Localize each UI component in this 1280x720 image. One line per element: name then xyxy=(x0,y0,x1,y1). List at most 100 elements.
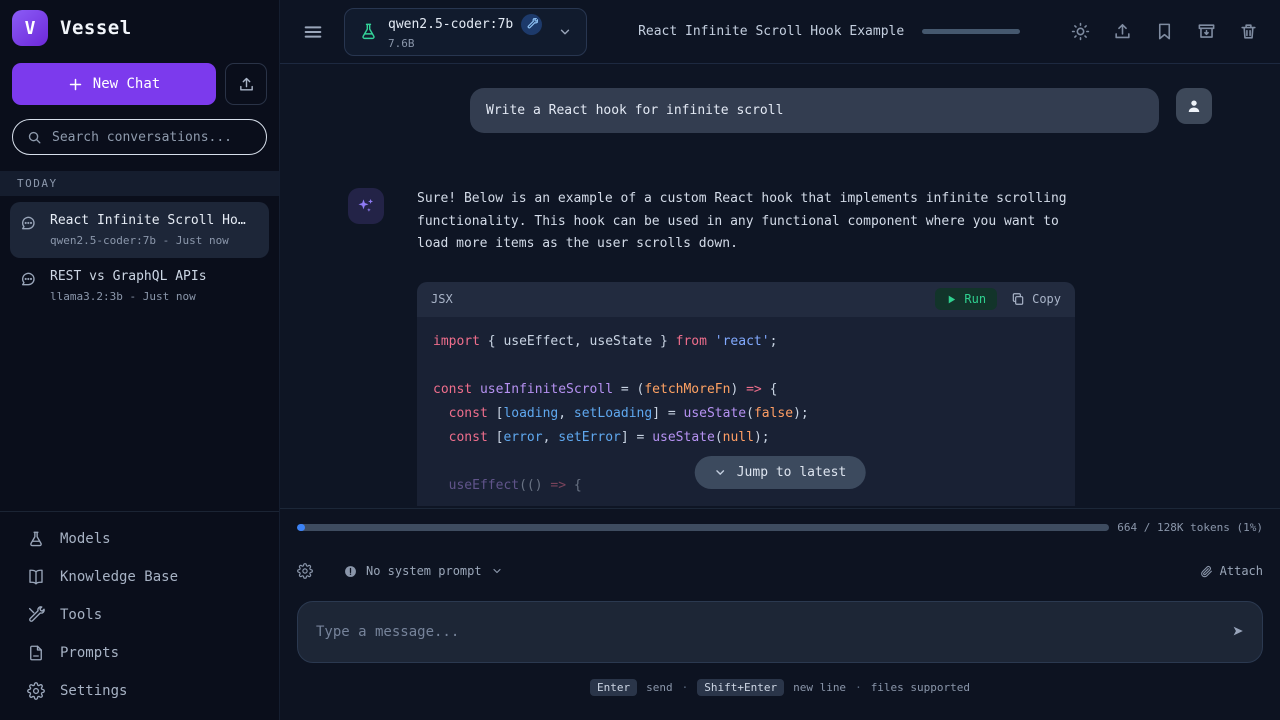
message-input[interactable] xyxy=(316,624,1221,640)
gear-icon[interactable] xyxy=(297,563,313,579)
assistant-text: Sure! Below is an example of a custom Re… xyxy=(417,188,1067,256)
copy-label: Copy xyxy=(1032,292,1061,306)
token-progress-track xyxy=(297,524,1109,531)
conversation-title: React Infinite Scroll Hook Example xyxy=(50,213,246,228)
sidebar-item-label: Models xyxy=(60,531,111,547)
sidebar-item-knowledge-base[interactable]: Knowledge Base xyxy=(0,558,279,596)
hint-label: files supported xyxy=(871,681,970,694)
hint-label: send xyxy=(646,681,673,694)
message-input-shell: ➤ xyxy=(297,601,1263,663)
chat-scroll-area[interactable]: Write a React hook for infinite scroll S… xyxy=(280,64,1280,508)
conversation-list: React Infinite Scroll Hook Example qwen2… xyxy=(0,196,279,320)
upload-icon xyxy=(238,76,255,93)
vessel-logo: V xyxy=(12,10,48,46)
run-code-button[interactable]: Run xyxy=(935,288,997,310)
flask-icon xyxy=(27,530,45,548)
jump-to-latest-button[interactable]: Jump to latest xyxy=(695,456,866,489)
conversation-item-active[interactable]: React Infinite Scroll Hook Example qwen2… xyxy=(10,202,269,258)
archive-icon[interactable] xyxy=(1197,22,1216,41)
sidebar-item-models[interactable]: Models xyxy=(0,520,279,558)
hint-separator: · xyxy=(682,681,689,694)
sidebar-item-prompts[interactable]: Prompts xyxy=(0,634,279,672)
conversation-section-label: TODAY xyxy=(0,171,279,196)
info-circle-icon xyxy=(344,565,357,578)
sidebar-item-tools[interactable]: Tools xyxy=(0,596,279,634)
system-prompt-selector[interactable]: No system prompt xyxy=(344,564,503,578)
person-icon xyxy=(1185,97,1203,115)
title-progress-bar xyxy=(922,29,1020,34)
run-label: Run xyxy=(964,292,986,306)
chat-title: React Infinite Scroll Hook Example xyxy=(638,24,904,39)
search-input[interactable] xyxy=(52,130,252,145)
model-size: 7.6B xyxy=(388,37,542,50)
conversation-title: REST vs GraphQL APIs xyxy=(50,269,207,284)
sun-icon[interactable] xyxy=(1071,22,1090,41)
brand-name: Vessel xyxy=(60,17,132,39)
chat-bubble-icon xyxy=(20,215,36,231)
copy-code-button[interactable]: Copy xyxy=(1011,292,1061,306)
token-usage-row: 664 / 128K tokens (1%) xyxy=(297,521,1263,534)
search-conversations-box[interactable] xyxy=(12,119,267,155)
prompt-options-row: No system prompt Attach xyxy=(297,563,1263,579)
sidebar-footer-nav: Models Knowledge Base Tools Prompts Sett… xyxy=(0,511,279,720)
hint-separator: · xyxy=(855,681,862,694)
hint-label: new line xyxy=(793,681,846,694)
tool-capability-badge xyxy=(521,14,542,35)
sidebar-item-label: Settings xyxy=(60,683,127,699)
export-chats-button[interactable] xyxy=(225,63,267,105)
sidebar-item-label: Tools xyxy=(60,607,102,623)
keyboard-hints: Enter send · Shift+Enter new line · file… xyxy=(297,679,1263,696)
sparkles-icon xyxy=(356,196,376,216)
chevron-down-icon xyxy=(714,466,727,479)
gear-icon xyxy=(27,682,45,700)
token-progress-fill xyxy=(297,524,305,531)
topbar: qwen2.5-coder:7b 7.6B React Infinite Scr… xyxy=(280,0,1280,64)
chevron-down-icon xyxy=(491,565,503,577)
kbd-enter: Enter xyxy=(590,679,637,696)
chevron-down-icon xyxy=(558,25,572,39)
tools-icon xyxy=(27,606,45,624)
sidebar-item-label: Knowledge Base xyxy=(60,569,178,585)
logo-letter: V xyxy=(25,18,36,39)
model-selector[interactable]: qwen2.5-coder:7b 7.6B xyxy=(344,8,587,56)
trash-icon[interactable] xyxy=(1239,22,1258,41)
upload-icon[interactable] xyxy=(1113,22,1132,41)
assistant-avatar xyxy=(348,188,384,224)
wrench-icon xyxy=(526,18,538,30)
send-icon: ➤ xyxy=(1233,621,1244,643)
book-icon xyxy=(27,568,45,586)
code-block-header: JSX Run Copy xyxy=(417,282,1075,317)
search-icon xyxy=(27,130,42,145)
jump-to-latest-label: Jump to latest xyxy=(737,465,847,480)
document-icon xyxy=(27,644,45,662)
sidebar: V Vessel New Chat TODAY React Infinite S… xyxy=(0,0,280,720)
user-message: Write a React hook for infinite scroll xyxy=(348,88,1212,133)
main-panel: qwen2.5-coder:7b 7.6B React Infinite Scr… xyxy=(280,0,1280,720)
send-button[interactable]: ➤ xyxy=(1221,623,1244,642)
conversation-meta: llama3.2:3b - Just now xyxy=(50,290,207,303)
conversation-meta: qwen2.5-coder:7b - Just now xyxy=(50,234,246,247)
flask-icon xyxy=(359,22,378,41)
chat-bubble-icon xyxy=(20,271,36,287)
bookmark-icon[interactable] xyxy=(1155,22,1174,41)
plus-icon xyxy=(68,77,83,92)
composer: 664 / 128K tokens (1%) No system prompt … xyxy=(280,508,1280,720)
attach-button[interactable]: Attach xyxy=(1200,564,1263,578)
new-chat-label: New Chat xyxy=(93,76,160,92)
copy-icon xyxy=(1011,292,1025,306)
paperclip-icon xyxy=(1200,565,1213,578)
system-prompt-label: No system prompt xyxy=(366,564,482,578)
sidebar-toggle-icon[interactable] xyxy=(302,21,324,43)
user-avatar xyxy=(1176,88,1212,124)
new-chat-button[interactable]: New Chat xyxy=(12,63,216,105)
play-icon xyxy=(946,294,957,305)
code-language-label: JSX xyxy=(431,292,453,306)
sidebar-item-label: Prompts xyxy=(60,645,119,661)
model-name: qwen2.5-coder:7b xyxy=(388,17,513,32)
attach-label: Attach xyxy=(1220,564,1263,578)
user-message-bubble: Write a React hook for infinite scroll xyxy=(470,88,1159,133)
sidebar-item-settings[interactable]: Settings xyxy=(0,672,279,710)
token-usage-label: 664 / 128K tokens (1%) xyxy=(1117,521,1263,534)
conversation-item[interactable]: REST vs GraphQL APIs llama3.2:3b - Just … xyxy=(10,258,269,314)
kbd-shift-enter: Shift+Enter xyxy=(697,679,784,696)
